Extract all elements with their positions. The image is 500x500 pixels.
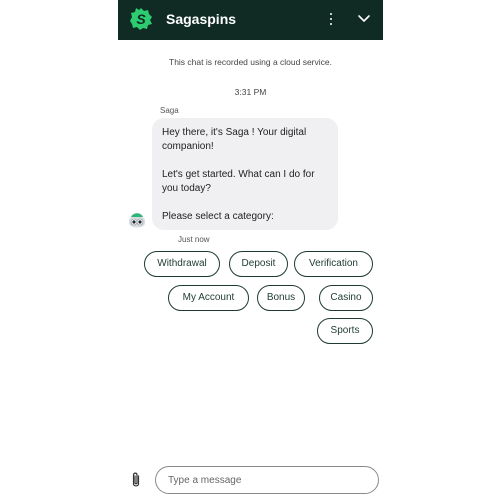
paperclip-icon[interactable] (130, 471, 142, 489)
category-bonus-button[interactable]: Bonus (257, 285, 305, 311)
chat-window: S Sagaspins This chat is recorded using … (118, 0, 383, 500)
message-instruction: Please select a category: (162, 211, 274, 222)
bot-avatar (129, 213, 145, 228)
svg-text:S: S (136, 11, 146, 27)
category-sports-button[interactable]: Sports (317, 318, 373, 344)
brand-name: Sagaspins (166, 11, 237, 27)
message-status: Just now (178, 235, 210, 244)
sender-name: Saga (160, 106, 179, 115)
chevron-down-icon[interactable] (356, 12, 372, 26)
category-casino-button[interactable]: Casino (319, 285, 373, 311)
category-verification-button[interactable]: Verification (294, 251, 373, 277)
recording-notice: This chat is recorded using a cloud serv… (169, 57, 332, 67)
more-vertical-icon[interactable] (325, 10, 337, 28)
bot-message-bubble: Hey there, it's Saga ! Your digital comp… (152, 118, 338, 230)
message-greeting: Hey there, it's Saga ! Your digital comp… (162, 127, 307, 152)
sagaspins-logo-icon: S (130, 8, 152, 30)
category-my-account-button[interactable]: My Account (168, 285, 249, 311)
category-deposit-button[interactable]: Deposit (229, 251, 288, 277)
message-input[interactable] (155, 466, 379, 494)
message-prompt: Let's get started. What can I do for you… (162, 169, 315, 194)
message-timestamp: 3:31 PM (234, 87, 267, 97)
category-withdrawal-button[interactable]: Withdrawal (144, 251, 220, 277)
chat-header: S Sagaspins (118, 0, 383, 40)
